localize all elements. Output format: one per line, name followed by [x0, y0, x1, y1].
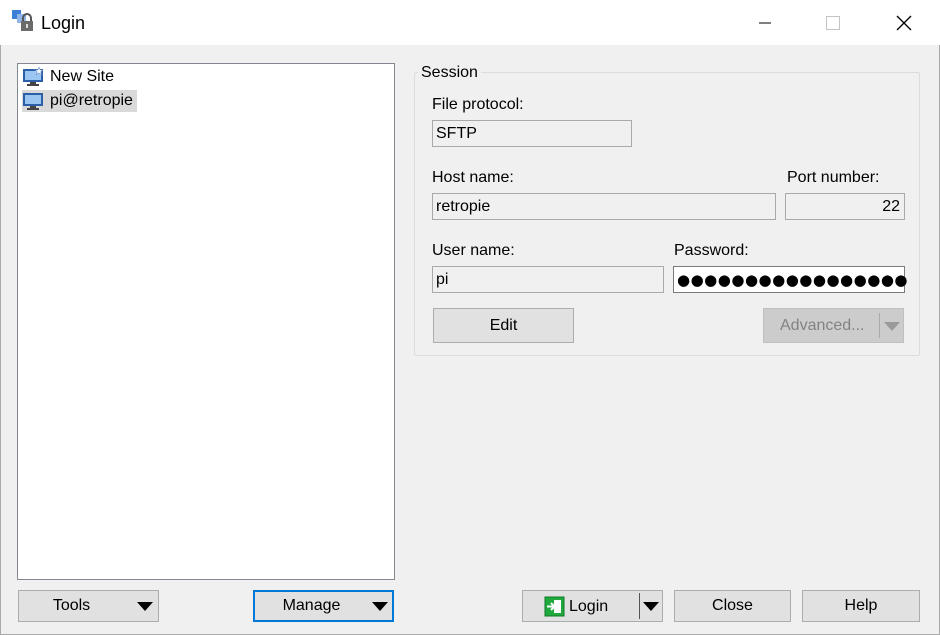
session-group-label: Session [418, 64, 481, 82]
help-button-label: Help [844, 597, 878, 614]
file-protocol-field[interactable]: SFTP [432, 120, 632, 147]
chevron-down-icon [137, 602, 153, 611]
minimize-button[interactable] [742, 0, 788, 45]
port-number-field[interactable]: 22 [785, 193, 905, 220]
maximize-button [810, 0, 856, 45]
password-label: Password: [674, 242, 749, 259]
site-tree[interactable]: New Site pi@retropie [17, 63, 395, 580]
manage-button-label: Manage [282, 597, 341, 614]
host-name-field[interactable]: retropie [432, 193, 776, 220]
file-protocol-value: SFTP [436, 124, 477, 142]
port-number-label: Port number: [787, 169, 880, 186]
manage-button[interactable]: Manage [253, 590, 394, 622]
password-value: ●●●●●●●●●●●●●●●●● [677, 270, 909, 289]
new-site-monitor-icon [23, 67, 44, 86]
title-bar: Login [0, 0, 940, 45]
app-lock-icon [12, 10, 33, 31]
port-number-value: 22 [882, 197, 900, 215]
host-name-label: Host name: [432, 169, 514, 186]
user-name-label: User name: [432, 242, 515, 259]
advanced-split-divider [879, 313, 880, 338]
tools-button[interactable]: Tools [18, 590, 159, 622]
user-name-value: pi [436, 270, 449, 288]
login-button[interactable]: Login [522, 590, 663, 622]
user-name-field[interactable]: pi [432, 266, 664, 293]
password-field[interactable]: ●●●●●●●●●●●●●●●●● [673, 266, 909, 293]
close-icon [896, 15, 912, 30]
host-name-value: retropie [436, 197, 491, 215]
site-item-new-site[interactable]: New Site [22, 66, 114, 88]
file-protocol-label: File protocol: [432, 96, 524, 113]
edit-button[interactable]: Edit [433, 308, 574, 343]
chevron-down-icon [372, 602, 388, 611]
help-button[interactable]: Help [802, 590, 920, 622]
site-item-pi-retropie[interactable]: pi@retropie [22, 90, 137, 112]
site-item-label: New Site [50, 68, 115, 85]
minimize-icon [759, 22, 771, 23]
close-button-label: Close [712, 597, 753, 614]
advanced-button[interactable]: Advanced... [763, 308, 904, 343]
login-split-divider [639, 593, 640, 619]
window-title: Login [41, 13, 86, 33]
advanced-button-label: Advanced... [780, 316, 865, 334]
maximize-icon [826, 15, 840, 30]
login-button-label: Login [569, 598, 609, 615]
close-window-button[interactable] [881, 0, 927, 45]
chevron-down-icon[interactable] [643, 602, 659, 611]
tools-button-label: Tools [52, 597, 91, 614]
site-item-label: pi@retropie [50, 92, 133, 109]
login-icon [544, 596, 565, 617]
close-button[interactable]: Close [674, 590, 791, 622]
chevron-down-icon [884, 322, 900, 331]
edit-button-label: Edit [489, 316, 518, 334]
monitor-icon [23, 93, 43, 110]
